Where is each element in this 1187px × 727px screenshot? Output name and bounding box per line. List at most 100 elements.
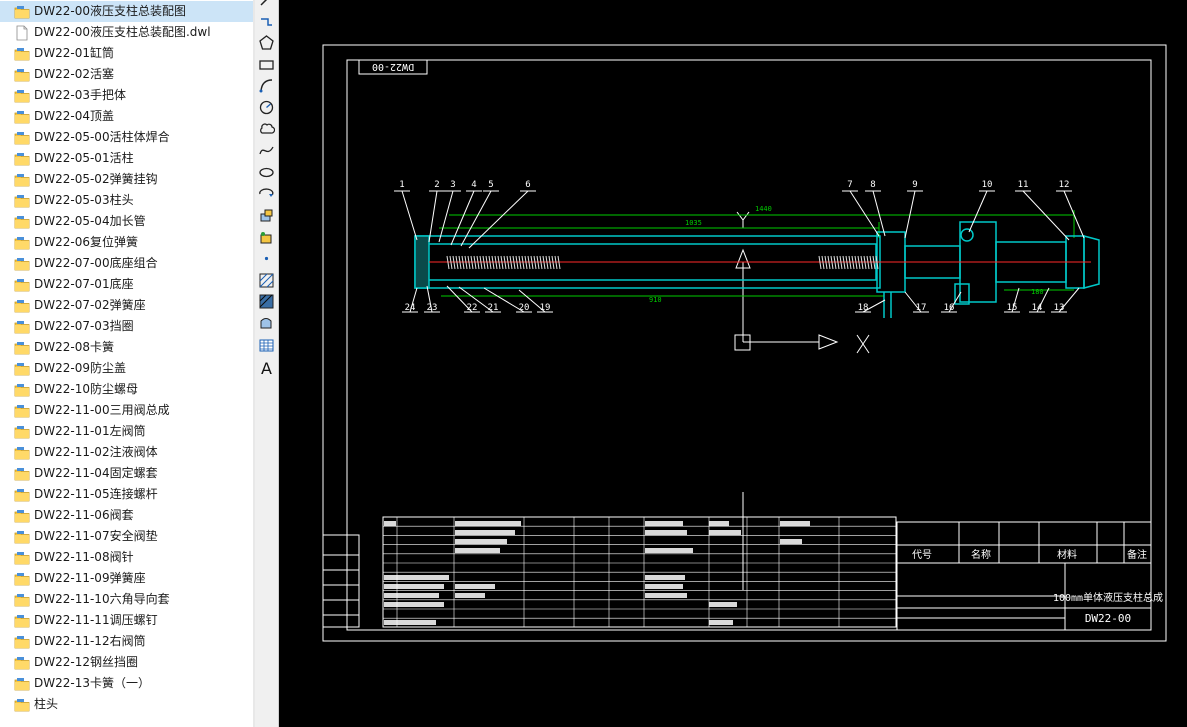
folder-icon [14, 151, 30, 167]
dim-overall-length: 1440 [755, 205, 772, 213]
file-list-item[interactable]: DW22-10防尘螺母 [0, 379, 254, 400]
multiline-text-tool-button[interactable]: A [257, 359, 276, 378]
file-list-item[interactable]: DW22-01缸筒 [0, 43, 254, 64]
circle-tool-button[interactable] [257, 100, 276, 119]
folder-icon [14, 382, 30, 398]
ellipse-tool-button[interactable] [257, 165, 276, 184]
file-list-item[interactable]: DW22-13卡簧（一） [0, 673, 254, 694]
file-list-item[interactable]: DW22-11-06阀套 [0, 505, 254, 526]
file-list-item-label: DW22-11-02注液阀体 [34, 445, 158, 459]
multiline-text-icon: A [261, 359, 272, 379]
title-col-name: 名称 [971, 548, 991, 561]
file-list-item[interactable]: DW22-07-01底座 [0, 274, 254, 295]
file-list-item[interactable]: DW22-05-03柱头 [0, 190, 254, 211]
part-balloon-number: 15 [1007, 303, 1018, 313]
parts-list-cell-text [455, 548, 500, 553]
parts-list-cell-text [384, 521, 396, 526]
folder-icon [14, 403, 30, 419]
file-list-item[interactable]: DW22-11-07安全阀垫 [0, 526, 254, 547]
file-list-item[interactable]: DW22-11-09弹簧座 [0, 568, 254, 589]
top-label-text: DW22-00 [372, 61, 414, 72]
file-icon [14, 25, 30, 41]
part-balloon-number: 2 [434, 180, 439, 190]
region-tool-button[interactable] [257, 316, 276, 335]
file-list-item[interactable]: DW22-06复位弹簧 [0, 232, 254, 253]
rectangle-tool-button[interactable] [257, 57, 276, 76]
balloon-leader [450, 190, 475, 246]
part-balloon-number: 3 [450, 180, 455, 190]
polygon-tool-button[interactable] [257, 35, 276, 54]
file-list-item[interactable]: DW22-11-00三用阀总成 [0, 400, 254, 421]
file-list-item[interactable]: DW22-05-02弹簧挂钩 [0, 169, 254, 190]
file-list-item[interactable]: DW22-02活塞 [0, 64, 254, 85]
file-list-item[interactable]: DW22-09防尘盖 [0, 358, 254, 379]
file-list-item[interactable]: DW22-04顶盖 [0, 106, 254, 127]
file-list-item[interactable]: DW22-00液压支柱总装配图 [0, 1, 254, 22]
file-list-item-label: DW22-11-07安全阀垫 [34, 529, 158, 543]
gradient-tool-button[interactable] [257, 294, 276, 313]
point-tool-button[interactable] [257, 251, 276, 270]
parts-list-cell-text [384, 584, 444, 589]
file-list-item[interactable]: DW22-05-04加长管 [0, 211, 254, 232]
hatch-tool-button[interactable] [257, 273, 276, 292]
file-list-item[interactable]: DW22-11-01左阀筒 [0, 421, 254, 442]
file-list-item[interactable]: DW22-07-02弹簧座 [0, 295, 254, 316]
file-list-item[interactable]: DW22-07-00底座组合 [0, 253, 254, 274]
folder-icon [14, 487, 30, 503]
file-list-item[interactable]: DW22-00液压支柱总装配图.dwl [0, 22, 254, 43]
drawing-canvas[interactable]: DW22-00 X Y [279, 0, 1187, 727]
sheet-border-outer [322, 44, 1167, 642]
file-list-item-label: DW22-13卡簧（一） [34, 676, 150, 690]
file-list-item[interactable]: DW22-03手把体 [0, 85, 254, 106]
file-list-item[interactable]: DW22-11-04固定螺套 [0, 463, 254, 484]
line-tool-button[interactable] [257, 0, 276, 11]
folder-icon [14, 67, 30, 83]
file-list-item[interactable]: DW22-11-05连接螺杆 [0, 484, 254, 505]
folder-icon [14, 235, 30, 251]
file-list-item[interactable]: DW22-11-11调压螺钉 [0, 610, 254, 631]
folder-icon [14, 277, 30, 293]
file-list-item[interactable]: DW22-11-02注液阀体 [0, 442, 254, 463]
arc-tool-button[interactable] [257, 78, 276, 97]
part-balloon-number: 13 [1054, 303, 1065, 313]
polyline-tool-button[interactable] [257, 14, 276, 33]
parts-list-cell-text [709, 602, 737, 607]
file-list-item-label: DW22-07-01底座 [34, 277, 134, 291]
file-list-panel[interactable]: DW22-00液压支柱总装配图 DW22-00液压支柱总装配图.dwl DW22-0… [0, 0, 254, 727]
gradient-icon [258, 293, 275, 314]
insert-block-tool-button[interactable] [257, 208, 276, 227]
file-list-item[interactable]: DW22-11-12右阀筒 [0, 631, 254, 652]
make-block-icon [258, 229, 275, 250]
folder-icon [14, 445, 30, 461]
table-tool-button[interactable] [257, 338, 276, 357]
ellipse-arc-tool-button[interactable] [257, 186, 276, 205]
cad-drawing[interactable]: DW22-00 X Y [279, 0, 1187, 727]
file-list-item[interactable]: 柱头 [0, 694, 254, 715]
make-block-tool-button[interactable] [257, 230, 276, 249]
file-list-item[interactable]: DW22-11-10六角导向套 [0, 589, 254, 610]
parts-list-cell-text [645, 530, 687, 535]
file-list-item[interactable]: DW22-11-08阀针 [0, 547, 254, 568]
spline-tool-button[interactable] [257, 143, 276, 162]
parts-list-cell-text [780, 521, 810, 526]
table-icon [258, 337, 275, 358]
file-list-item[interactable]: DW22-05-01活柱 [0, 148, 254, 169]
file-list-item[interactable]: DW22-05-00活柱体焊合 [0, 127, 254, 148]
spline-icon [258, 142, 275, 163]
file-list-item[interactable]: DW22-07-03挡圈 [0, 316, 254, 337]
insert-block-icon [258, 207, 275, 228]
file-list-item-label: DW22-05-04加长管 [34, 214, 146, 228]
parts-list-cell-text [455, 530, 515, 535]
file-list-item-label: DW22-11-00三用阀总成 [34, 403, 170, 417]
revision-cloud-tool-button[interactable] [257, 122, 276, 141]
part-balloon-number: 19 [540, 303, 551, 313]
file-list-item[interactable]: DW22-08卡簧 [0, 337, 254, 358]
part-balloon-number: 17 [916, 303, 927, 313]
folder-icon [14, 109, 30, 125]
balloon-leader [968, 190, 988, 233]
file-list-item[interactable]: DW22-12钢丝挡圈 [0, 652, 254, 673]
file-list-item-label: DW22-08卡簧 [34, 340, 114, 354]
file-list-item-label: DW22-12钢丝挡圈 [34, 655, 138, 669]
parts-list-cell-text [455, 593, 485, 598]
balloon-leader [468, 190, 529, 249]
